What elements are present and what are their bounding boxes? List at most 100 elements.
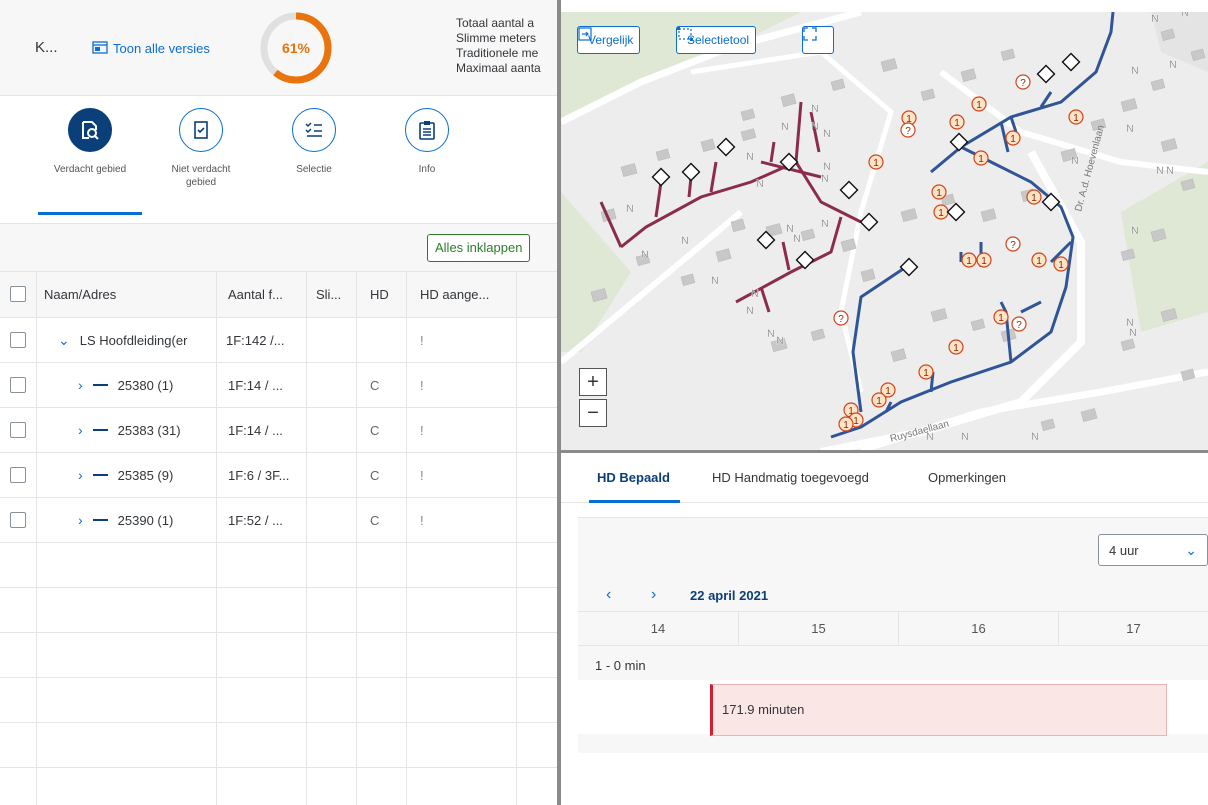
map-marker-n[interactable]: N: [711, 275, 719, 287]
map-diamond-marker[interactable]: [651, 167, 671, 187]
row-checkbox[interactable]: [10, 467, 26, 483]
chevron-right-icon[interactable]: ›: [78, 422, 83, 438]
map-canvas[interactable]: NN NNNNNNN NNNNNNNNNNN N NNNN NNN NNNN N1 111111…: [561, 12, 1208, 450]
table-row[interactable]: › 25385 (9) 1F:6 / 3F... C !: [0, 453, 557, 498]
event-bar[interactable]: 171.9 minuten: [710, 684, 1167, 736]
column-header-hd-aangegeven[interactable]: HD aange...: [420, 272, 489, 317]
map-marker-n[interactable]: N: [746, 151, 754, 163]
tab-hd-bepaald[interactable]: HD Bepaald: [597, 470, 670, 485]
date-label[interactable]: 22 april 2021: [690, 588, 768, 603]
selection-tool-button[interactable]: Selectietool: [676, 26, 757, 54]
mode-info[interactable]: Info: [372, 108, 482, 176]
map-count-marker[interactable]: 1: [918, 364, 934, 380]
row-checkbox[interactable]: [10, 332, 26, 348]
mode-verdacht-gebied[interactable]: Verdacht gebied: [35, 108, 145, 176]
row-checkbox[interactable]: [10, 377, 26, 393]
map-diamond-marker[interactable]: [1036, 64, 1056, 84]
map-count-marker[interactable]: 1: [976, 252, 992, 268]
tab-hd-handmatig[interactable]: HD Handmatig toegevoegd: [712, 470, 869, 485]
map-marker-n[interactable]: N: [1126, 123, 1134, 135]
map-marker-n[interactable]: N: [1166, 165, 1174, 177]
fullscreen-button[interactable]: [802, 26, 834, 54]
map-marker-n[interactable]: N: [751, 288, 759, 300]
map-marker-n[interactable]: N: [821, 218, 829, 230]
chevron-right-icon[interactable]: ›: [78, 377, 83, 393]
map-marker-n[interactable]: N: [821, 173, 829, 185]
map-diamond-marker[interactable]: [1061, 52, 1081, 72]
map-marker-n[interactable]: N: [811, 121, 819, 133]
map-diamond-marker[interactable]: [899, 257, 919, 277]
map-count-marker[interactable]: 1: [871, 392, 887, 408]
map-count-marker[interactable]: 1: [1068, 109, 1084, 125]
map-count-marker[interactable]: 1: [961, 252, 977, 268]
show-all-versions-link[interactable]: Toon alle versies: [92, 40, 210, 57]
map-diamond-marker[interactable]: [795, 250, 815, 270]
zoom-out-button[interactable]: −: [579, 399, 607, 427]
map-marker-n[interactable]: N: [961, 431, 969, 443]
map-unknown-marker[interactable]: ?: [1015, 74, 1031, 90]
tab-opmerkingen[interactable]: Opmerkingen: [928, 470, 1006, 485]
map-count-marker[interactable]: 1: [1005, 130, 1021, 146]
map-marker-n[interactable]: N: [1181, 12, 1189, 19]
map-diamond-marker[interactable]: [946, 202, 966, 222]
map-count-marker[interactable]: 1: [1026, 189, 1042, 205]
map-marker-n[interactable]: N: [793, 233, 801, 245]
table-row[interactable]: › 25383 (31) 1F:14 / ... C !: [0, 408, 557, 453]
mode-niet-verdacht-gebied[interactable]: Niet verdacht gebied: [146, 108, 256, 189]
map-unknown-marker[interactable]: ?: [1005, 236, 1021, 252]
map-marker-n[interactable]: N: [681, 235, 689, 247]
collapse-all-button[interactable]: Alles inklappen: [427, 234, 531, 262]
map-count-marker[interactable]: 1: [931, 184, 947, 200]
map-unknown-marker[interactable]: ?: [833, 310, 849, 326]
chevron-right-icon[interactable]: ›: [78, 467, 83, 483]
column-header-naam[interactable]: Naam/Adres: [44, 272, 116, 317]
map-unknown-marker[interactable]: ?: [900, 122, 916, 138]
network-map[interactable]: NNNNNNNNNNNNNNNNNNNNNNNNNNNNNNNNN1111111…: [561, 12, 1208, 450]
map-diamond-marker[interactable]: [716, 137, 736, 157]
column-header-slimme[interactable]: Sli...: [316, 272, 341, 317]
map-count-marker[interactable]: 1: [973, 150, 989, 166]
column-header-hd[interactable]: HD: [370, 272, 389, 317]
column-header-aantal[interactable]: Aantal f...: [228, 272, 283, 317]
map-marker-n[interactable]: N: [1131, 65, 1139, 77]
map-marker-n[interactable]: N: [1151, 13, 1159, 25]
map-marker-n[interactable]: N: [746, 305, 754, 317]
map-marker-n[interactable]: N: [781, 121, 789, 133]
zoom-in-button[interactable]: +: [579, 368, 607, 396]
map-count-marker[interactable]: 1: [838, 416, 854, 432]
map-marker-n[interactable]: N: [767, 328, 775, 340]
map-diamond-marker[interactable]: [681, 162, 701, 182]
map-marker-n[interactable]: N: [641, 249, 649, 261]
map-marker-n[interactable]: N: [823, 161, 831, 173]
map-count-marker[interactable]: 1: [1031, 252, 1047, 268]
chevron-down-icon[interactable]: ⌄: [58, 332, 70, 349]
map-diamond-marker[interactable]: [859, 212, 879, 232]
table-row[interactable]: ⌄ LS Hoofdleiding(er 1F:142 /... !: [0, 318, 557, 363]
select-all-checkbox[interactable]: [10, 286, 26, 302]
map-marker-n[interactable]: N: [626, 203, 634, 215]
previous-arrow-icon[interactable]: ‹: [606, 586, 611, 604]
map-diamond-marker[interactable]: [839, 180, 859, 200]
interval-select[interactable]: 4 uur ⌄: [1098, 534, 1208, 566]
map-marker-n[interactable]: N: [1031, 431, 1039, 443]
map-unknown-marker[interactable]: ?: [1011, 316, 1027, 332]
map-count-marker[interactable]: 1: [971, 96, 987, 112]
map-marker-n[interactable]: N: [1129, 327, 1137, 339]
map-marker-n[interactable]: N: [776, 335, 784, 347]
next-arrow-icon[interactable]: ›: [651, 586, 656, 604]
map-marker-n[interactable]: N: [1071, 155, 1079, 167]
map-marker-n[interactable]: N: [1169, 59, 1177, 71]
map-count-marker[interactable]: 1: [993, 309, 1009, 325]
map-count-marker[interactable]: 1: [868, 154, 884, 170]
map-count-marker[interactable]: 1: [949, 114, 965, 130]
map-marker-n[interactable]: N: [1156, 165, 1164, 177]
table-row[interactable]: › 25380 (1) 1F:14 / ... C !: [0, 363, 557, 408]
map-marker-n[interactable]: N: [756, 178, 764, 190]
map-marker-n[interactable]: N: [1131, 225, 1139, 237]
row-checkbox[interactable]: [10, 512, 26, 528]
map-count-marker[interactable]: 1: [1053, 256, 1069, 272]
table-row[interactable]: › 25390 (1) 1F:52 / ... C !: [0, 498, 557, 543]
map-marker-n[interactable]: N: [811, 103, 819, 115]
map-count-marker[interactable]: 1: [948, 339, 964, 355]
row-checkbox[interactable]: [10, 422, 26, 438]
